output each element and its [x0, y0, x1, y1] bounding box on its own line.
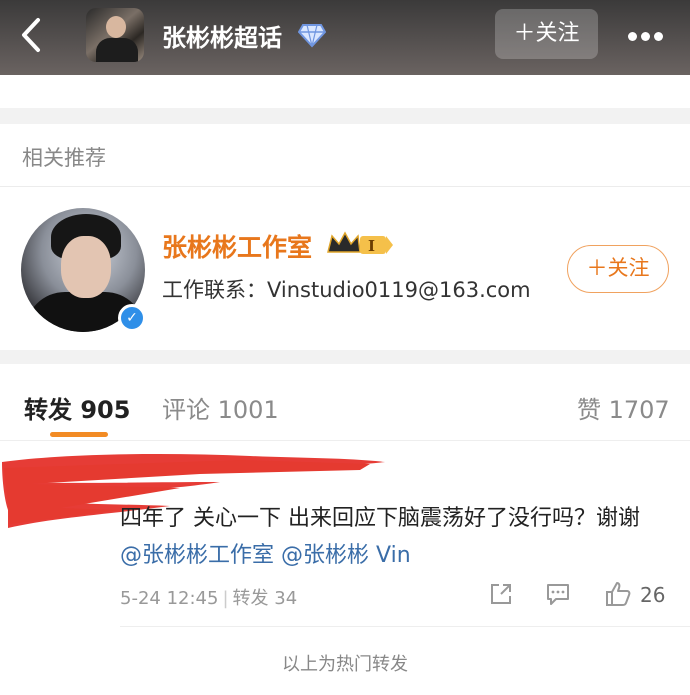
comment-icon[interactable]	[544, 580, 572, 608]
follow-topic-button[interactable]: ＋关注	[495, 9, 598, 59]
repost-count[interactable]: 转发 34	[233, 588, 298, 609]
diamond-badge-icon	[298, 24, 326, 48]
repost-list: 转发 905 评论 1001 赞 1707 四年了 关心一下 出来回应下脑震荡好…	[0, 364, 690, 695]
repost-text: 四年了 关心一下 出来回应下脑震荡好了没行吗？谢谢 @张彬彬工作室 @张彬彬 V…	[120, 500, 640, 574]
like-count: 26	[640, 583, 666, 607]
account-name[interactable]: 张彬彬工作室	[162, 228, 312, 264]
share-icon[interactable]	[487, 580, 515, 608]
topic-avatar[interactable]	[86, 8, 144, 62]
thumbs-up-icon[interactable]	[604, 580, 632, 608]
tab-like[interactable]: 赞 1707	[577, 390, 670, 425]
crown-level-badge-icon: I	[327, 231, 393, 255]
divider	[0, 186, 690, 187]
active-tab-indicator	[50, 432, 108, 437]
tab-comment[interactable]: 评论 1001	[162, 390, 279, 425]
section-title: 相关推荐	[22, 146, 106, 170]
header-band	[0, 75, 690, 108]
mention-link[interactable]: @张彬彬工作室	[120, 543, 274, 568]
divider	[120, 626, 690, 627]
back-button[interactable]	[16, 14, 46, 56]
topic-header: 张彬彬超话 ＋关注	[0, 0, 690, 75]
more-button[interactable]	[628, 26, 668, 41]
verified-check-icon: ✓	[118, 304, 146, 332]
repost-body: 四年了 关心一下 出来回应下脑震荡好了没行吗？谢谢	[120, 506, 640, 531]
mention-link[interactable]: @张彬彬 Vin	[281, 543, 411, 568]
level-badge-text: I	[368, 237, 375, 255]
timestamp: 5-24 12:45	[120, 588, 219, 609]
more-horizontal-icon	[628, 32, 637, 41]
related-section: 相关推荐 ✓ 张彬彬工作室 I 工作联系：Vinstudio0119@163.c…	[0, 124, 690, 350]
follow-account-button[interactable]: ＋关注	[567, 245, 669, 293]
hot-repost-note: 以上为热门转发	[282, 654, 408, 675]
repost-meta: 5-24 12:45 | 转发 34	[120, 588, 298, 609]
tab-repost[interactable]: 转发 905	[24, 390, 130, 425]
contact-info: 工作联系：Vinstudio0119@163.com	[162, 278, 531, 302]
divider	[0, 440, 690, 441]
chevron-left-icon	[22, 18, 40, 52]
topic-title: 张彬彬超话	[162, 24, 282, 52]
